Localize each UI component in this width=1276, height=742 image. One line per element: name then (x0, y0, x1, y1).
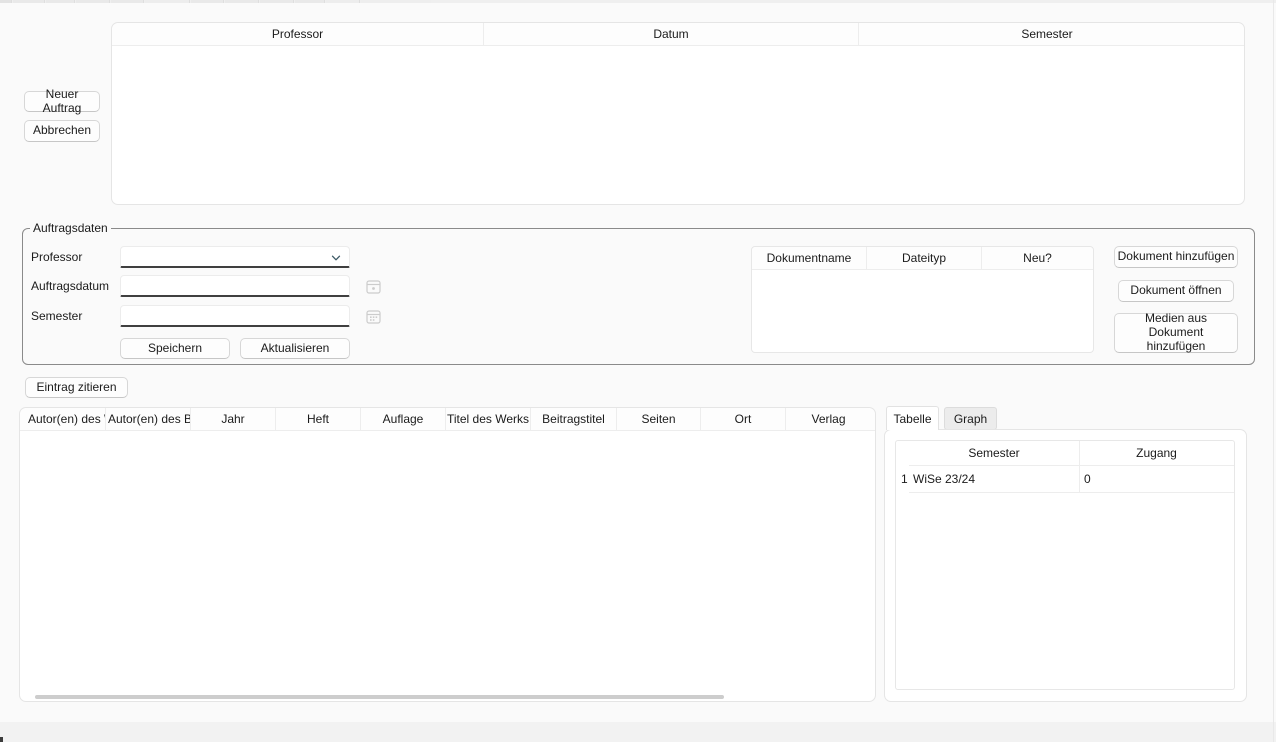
order-data-group-title: Auftragsdaten (30, 221, 111, 235)
add-media-from-document-button-label: Medien aus Dokument hinzufügen (1119, 312, 1233, 353)
refresh-button[interactable]: Aktualisieren (240, 338, 350, 359)
entries-col-contribution-title[interactable]: Beitragstitel (531, 408, 617, 431)
documents-col-filetype[interactable]: Dateityp (867, 247, 982, 269)
chevron-down-icon[interactable] (330, 252, 342, 267)
entries-col-place[interactable]: Ort (701, 408, 786, 431)
refresh-button-label: Aktualisieren (261, 342, 330, 356)
add-media-from-document-button[interactable]: Medien aus Dokument hinzufügen (1114, 313, 1238, 353)
add-document-button[interactable]: Dokument hinzufügen (1114, 246, 1238, 268)
add-document-button-label: Dokument hinzufügen (1118, 250, 1235, 264)
semester-calendar-icon[interactable] (365, 308, 381, 324)
documents-table-body[interactable] (752, 270, 1093, 353)
orders-table-header: Professor Datum Semester (112, 23, 1244, 46)
entries-col-issue[interactable]: Heft (276, 408, 361, 431)
entries-table-header: Autor(en) des W Autor(en) des B Jahr Hef… (20, 408, 875, 431)
cancel-button-label: Abbrechen (33, 124, 91, 138)
documents-col-name[interactable]: Dokumentname (752, 247, 867, 269)
documents-col-new[interactable]: Neu? (982, 247, 1093, 269)
summary-col-zugang[interactable]: Zugang (1079, 441, 1234, 465)
entries-col-year[interactable]: Jahr (191, 408, 276, 431)
order-date-calendar-icon[interactable] (365, 278, 381, 294)
summary-row-index: 1 (901, 466, 908, 492)
window-right-edge (1273, 0, 1274, 742)
summary-table: Semester Zugang 1 WiSe 23/24 0 (895, 440, 1235, 690)
cancel-button[interactable]: Abbrechen (24, 120, 100, 142)
summary-row-zugang: 0 (1084, 466, 1091, 492)
tab-graph[interactable]: Graph (944, 407, 997, 430)
entries-col-edition[interactable]: Auflage (361, 408, 446, 431)
tab-tabelle[interactable]: Tabelle (886, 406, 939, 430)
professor-combobox[interactable] (120, 246, 350, 268)
orders-col-professor[interactable]: Professor (112, 23, 484, 45)
professor-label: Professor (31, 246, 82, 268)
window-top-edge (0, 0, 1276, 3)
entries-col-work-title[interactable]: Titel des Werks (446, 408, 531, 431)
summary-col-semester[interactable]: Semester (909, 441, 1079, 465)
entries-table-body[interactable] (20, 431, 875, 693)
entries-col-pages[interactable]: Seiten (617, 408, 701, 431)
cite-entry-button[interactable]: Eintrag zitieren (25, 377, 128, 398)
semester-label: Semester (31, 305, 82, 327)
professor-combobox-input[interactable] (121, 247, 349, 266)
documents-table-header: Dokumentname Dateityp Neu? (752, 247, 1093, 270)
orders-table-body[interactable] (112, 46, 1244, 205)
semester-input[interactable] (121, 306, 349, 325)
entries-col-author-work[interactable]: Autor(en) des W (26, 408, 106, 431)
orders-col-datum[interactable]: Datum (484, 23, 859, 45)
new-order-button[interactable]: Neuer Auftrag (24, 91, 100, 112)
order-date-field[interactable] (120, 275, 350, 297)
open-document-button[interactable]: Dokument öffnen (1118, 280, 1234, 302)
save-button[interactable]: Speichern (120, 338, 230, 359)
tab-tabelle-label: Tabelle (893, 412, 931, 426)
order-date-input[interactable] (121, 276, 349, 295)
cite-entry-button-label: Eintrag zitieren (36, 381, 116, 395)
entries-col-publisher[interactable]: Verlag (786, 408, 871, 431)
entries-horizontal-scrollbar[interactable] (35, 695, 724, 699)
order-date-label: Auftragsdatum (31, 275, 109, 297)
open-document-button-label: Dokument öffnen (1130, 284, 1221, 298)
entries-col-author-contribution[interactable]: Autor(en) des B (106, 408, 191, 431)
orders-table: Professor Datum Semester (111, 22, 1245, 205)
window-bottom-strip (0, 722, 1276, 742)
save-button-label: Speichern (148, 342, 202, 356)
summary-panel: Semester Zugang 1 WiSe 23/24 0 (884, 429, 1247, 702)
summary-row-semester: WiSe 23/24 (913, 466, 975, 492)
screen-corner-artifact (0, 737, 3, 742)
entries-table: Autor(en) des W Autor(en) des B Jahr Hef… (19, 407, 876, 702)
order-data-groupbox: Auftragsdaten Professor Auftragsdatum Se… (22, 228, 1255, 365)
tab-graph-label: Graph (954, 412, 987, 426)
semester-field[interactable] (120, 305, 350, 327)
new-order-button-label: Neuer Auftrag (25, 88, 99, 116)
documents-table: Dokumentname Dateityp Neu? (751, 246, 1094, 353)
summary-table-row[interactable]: 1 WiSe 23/24 0 (896, 466, 1234, 492)
orders-col-semester[interactable]: Semester (859, 23, 1235, 45)
